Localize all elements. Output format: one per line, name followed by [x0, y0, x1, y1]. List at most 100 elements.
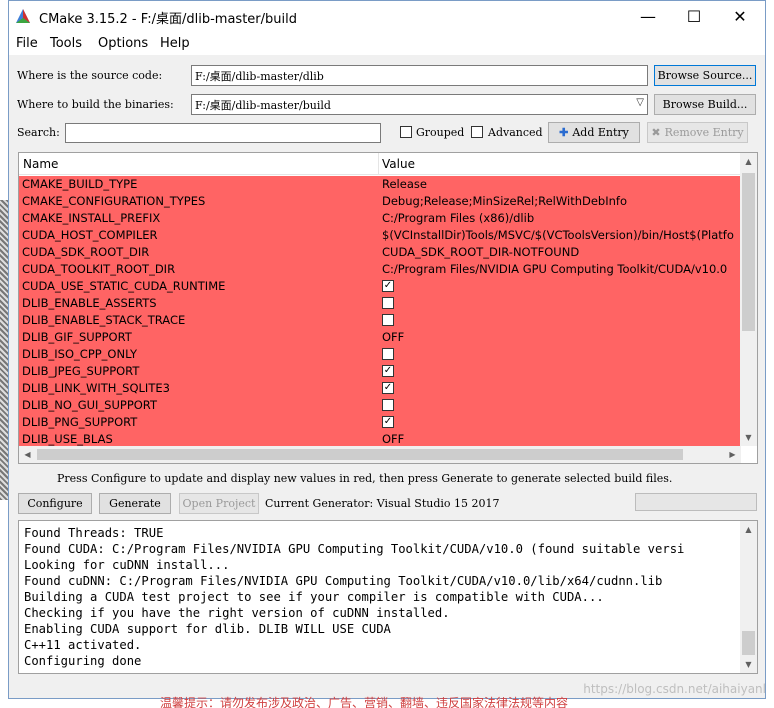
row-name: DLIB_USE_BLAS [22, 432, 113, 446]
search-label: Search: [17, 126, 60, 139]
row-value[interactable]: OFF [382, 330, 740, 344]
plus-icon: ✚ [559, 126, 569, 139]
row-name: CUDA_SDK_ROOT_DIR [22, 245, 150, 259]
row-name: CUDA_TOOLKIT_ROOT_DIR [22, 262, 176, 276]
table-row[interactable]: CMAKE_BUILD_TYPE Release [19, 176, 741, 193]
output-log[interactable]: ▲ ▼ Found Threads: TRUE Found CUDA: C:/Pr… [18, 520, 758, 674]
search-input[interactable] [65, 123, 381, 143]
output-line: Looking for cuDNN install... [24, 558, 230, 572]
advanced-checkbox[interactable] [471, 126, 483, 138]
remove-entry-button[interactable]: ✖ Remove Entry [647, 122, 748, 143]
unchecked-checkbox[interactable] [382, 314, 394, 326]
checked-checkbox[interactable]: ✓ [382, 416, 394, 428]
table-row[interactable]: CUDA_USE_STATIC_CUDA_RUNTIME ✓ [19, 278, 741, 295]
menu-options[interactable]: Options [98, 36, 148, 51]
checked-checkbox[interactable]: ✓ [382, 382, 394, 394]
browse-source-button[interactable]: Browse Source... [654, 65, 756, 86]
menu-tools[interactable]: Tools [50, 36, 82, 51]
close-button[interactable]: ✕ [717, 1, 763, 31]
row-name: DLIB_ENABLE_STACK_TRACE [22, 313, 186, 327]
row-value[interactable]: CUDA_SDK_ROOT_DIR-NOTFOUND [382, 245, 740, 259]
table-row[interactable]: CUDA_HOST_COMPILER $(VCInstallDir)Tools/M… [19, 227, 741, 244]
table-row[interactable]: CUDA_TOOLKIT_ROOT_DIR C:/Program Files/NV… [19, 261, 741, 278]
row-name: DLIB_JPEG_SUPPORT [22, 364, 140, 378]
scroll-thumb[interactable] [742, 631, 755, 655]
grouped-checkbox[interactable] [400, 126, 412, 138]
row-name: DLIB_PNG_SUPPORT [22, 415, 138, 429]
table-row[interactable]: DLIB_ENABLE_ASSERTS [19, 295, 741, 312]
row-value[interactable]: Release [382, 177, 740, 191]
scroll-down-icon[interactable]: ▼ [740, 656, 757, 673]
close-icon: ✕ [733, 6, 747, 26]
table-row[interactable]: CMAKE_INSTALL_PREFIX C:/Program Files (x8… [19, 210, 741, 227]
header-name[interactable]: Name [23, 157, 58, 171]
table-row[interactable]: DLIB_ENABLE_STACK_TRACE [19, 312, 741, 329]
menu-help[interactable]: Help [160, 36, 190, 51]
table-row[interactable]: DLIB_JPEG_SUPPORT ✓ [19, 363, 741, 380]
remove-entry-label: Remove Entry [664, 126, 744, 139]
browse-build-button[interactable]: Browse Build... [654, 94, 756, 115]
output-line: Building a CUDA test project to see if y… [24, 590, 604, 604]
unchecked-checkbox[interactable] [382, 297, 394, 309]
row-name: DLIB_ISO_CPP_ONLY [22, 347, 137, 361]
watermark: https://blog.csdn.net/aihaiyanl [583, 682, 766, 696]
build-label: Where to build the binaries: [17, 98, 174, 111]
table-row[interactable]: DLIB_ISO_CPP_ONLY [19, 346, 741, 363]
header-value[interactable]: Value [382, 157, 415, 171]
row-value[interactable]: C:/Program Files/NVIDIA GPU Computing To… [382, 262, 740, 276]
add-entry-button[interactable]: ✚ Add Entry [548, 122, 640, 143]
checked-checkbox[interactable]: ✓ [382, 280, 394, 292]
table-row[interactable]: CUDA_SDK_ROOT_DIR CUDA_SDK_ROOT_DIR-NOTFO… [19, 244, 741, 261]
table-row[interactable]: CMAKE_CONFIGURATION_TYPES Debug;Release;M… [19, 193, 741, 210]
cache-table[interactable]: Name Value CMAKE_BUILD_TYPE Release CMAKE_… [18, 152, 758, 464]
table-header: Name Value [19, 153, 741, 175]
scroll-down-icon[interactable]: ▼ [740, 429, 757, 446]
table-horizontal-scrollbar[interactable]: ◀ ▶ [19, 446, 741, 463]
unchecked-checkbox[interactable] [382, 399, 394, 411]
progress-bar [635, 493, 757, 511]
generate-button[interactable]: Generate [99, 493, 171, 514]
table-vertical-scrollbar[interactable]: ▲ ▼ [740, 153, 757, 446]
row-name: CUDA_HOST_COMPILER [22, 228, 158, 242]
checked-checkbox[interactable]: ✓ [382, 365, 394, 377]
add-entry-label: Add Entry [572, 126, 629, 139]
row-name: CUDA_USE_STATIC_CUDA_RUNTIME [22, 279, 226, 293]
row-value[interactable]: $(VCInstallDir)Tools/MSVC/$(VCToolsVersi… [382, 228, 740, 242]
configure-button[interactable]: Configure [18, 493, 92, 514]
minimize-button[interactable]: — [625, 1, 671, 31]
title-bar: CMake 3.15.2 - F:/桌面/dlib-master/build —… [9, 1, 765, 31]
row-value[interactable]: C:/Program Files (x86)/dlib [382, 211, 740, 225]
row-name: DLIB_ENABLE_ASSERTS [22, 296, 157, 310]
menu-bar: File Tools Options Help [9, 31, 765, 55]
header-divider [378, 153, 379, 175]
scroll-right-icon[interactable]: ▶ [724, 446, 741, 463]
table-row[interactable]: DLIB_GIF_SUPPORT OFF [19, 329, 741, 346]
table-row[interactable]: DLIB_LINK_WITH_SQLITE3 ✓ [19, 380, 741, 397]
build-combobox[interactable]: F:/桌面/dlib-master/build ▽ [191, 94, 648, 115]
scroll-thumb[interactable] [742, 173, 755, 331]
row-name: CMAKE_BUILD_TYPE [22, 177, 138, 191]
source-input[interactable]: F:/桌面/dlib-master/dlib [191, 65, 648, 86]
chevron-down-icon[interactable]: ▽ [636, 97, 644, 108]
table-rows: CMAKE_BUILD_TYPE Release CMAKE_CONFIGURATI… [19, 176, 741, 448]
row-name: CMAKE_CONFIGURATION_TYPES [22, 194, 206, 208]
scroll-left-icon[interactable]: ◀ [19, 446, 36, 463]
grouped-label: Grouped [416, 126, 465, 139]
maximize-button[interactable]: ☐ [671, 1, 717, 31]
row-name: DLIB_NO_GUI_SUPPORT [22, 398, 157, 412]
unchecked-checkbox[interactable] [382, 348, 394, 360]
status-message: Press Configure to update and display ne… [57, 472, 673, 485]
scroll-up-icon[interactable]: ▲ [740, 521, 757, 538]
scroll-up-icon[interactable]: ▲ [740, 153, 757, 170]
table-row[interactable]: DLIB_PNG_SUPPORT ✓ [19, 414, 741, 431]
output-line: Configuring done [24, 654, 142, 668]
output-line: C++11 activated. [24, 638, 142, 652]
scroll-thumb[interactable] [37, 449, 683, 460]
output-vertical-scrollbar[interactable]: ▲ ▼ [740, 521, 757, 673]
row-value[interactable]: OFF [382, 432, 740, 446]
row-value[interactable]: Debug;Release;MinSizeRel;RelWithDebInfo [382, 194, 740, 208]
table-row[interactable]: DLIB_NO_GUI_SUPPORT [19, 397, 741, 414]
open-project-button[interactable]: Open Project [179, 493, 259, 514]
menu-file[interactable]: File [16, 36, 38, 51]
output-line: Enabling CUDA support for dlib. DLIB WIL… [24, 622, 391, 636]
